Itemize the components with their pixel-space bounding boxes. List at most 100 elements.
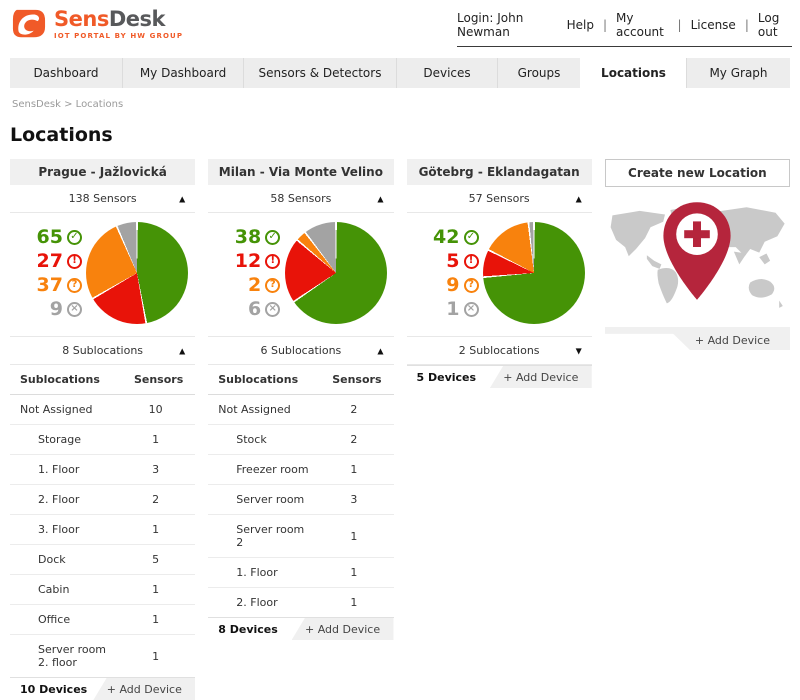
- sublocations-table: SublocationsSensorsNot Assigned10Storage…: [10, 365, 195, 677]
- header-link-license[interactable]: License: [691, 18, 736, 32]
- status-stat-invalid: 6×: [214, 300, 280, 319]
- sublocations-count-label: 2 Sublocations: [459, 344, 540, 357]
- sensor-status-pie-chart: [86, 222, 188, 324]
- sublocations-toggle[interactable]: 2 Sublocations ▼: [407, 336, 592, 365]
- status-stat-invalid: 9×: [16, 300, 82, 319]
- sensors-count-label: 58 Sensors: [270, 192, 331, 205]
- status-stat-ok: 38✓: [214, 228, 280, 247]
- add-device-button[interactable]: + Add Device: [490, 366, 592, 388]
- column-header-sensors: Sensors: [322, 365, 393, 395]
- expand-icon[interactable]: ▼: [576, 346, 582, 355]
- header-link-log-out[interactable]: Log out: [758, 11, 792, 39]
- sublocation-row[interactable]: Not Assigned2: [208, 395, 393, 425]
- tab-groups[interactable]: Groups: [497, 58, 580, 88]
- tab-my-dashboard[interactable]: My Dashboard: [122, 58, 243, 88]
- sublocation-sensor-count: 1: [322, 515, 393, 558]
- sublocation-name: 2. Floor: [10, 485, 124, 515]
- world-map[interactable]: [605, 187, 790, 323]
- sublocation-row[interactable]: Server room 2. floor1: [10, 635, 195, 678]
- collapse-icon[interactable]: ▲: [576, 194, 582, 203]
- check-circle-icon: ✓: [265, 230, 280, 245]
- sublocation-row[interactable]: Dock5: [10, 545, 195, 575]
- sublocation-row[interactable]: Freezer room1: [208, 455, 393, 485]
- status-stat-alarm: 5!: [413, 252, 479, 271]
- breadcrumb-root-link[interactable]: SensDesk: [12, 99, 61, 110]
- tab-dashboard[interactable]: Dashboard: [10, 58, 122, 88]
- status-stat-warning: 9?: [413, 276, 479, 295]
- location-title[interactable]: Götebrg - Eklandagatan: [407, 159, 592, 185]
- sublocation-sensor-count: 10: [124, 395, 195, 425]
- sublocation-row[interactable]: Storage1: [10, 425, 195, 455]
- sublocation-sensor-count: 1: [124, 515, 195, 545]
- devices-footer: 8 Devices + Add Device: [208, 617, 393, 640]
- sensors-toggle[interactable]: 138 Sensors▲: [10, 185, 195, 213]
- sensors-toggle[interactable]: 58 Sensors ▲: [208, 185, 393, 213]
- brand-tagline: IOT PORTAL BY HW GROUP: [54, 32, 183, 40]
- sublocation-row[interactable]: Server room3: [208, 485, 393, 515]
- status-stat-ok: 65✓: [16, 228, 82, 247]
- header-link-my-account[interactable]: My account: [616, 11, 668, 39]
- sensor-status-pie-chart: [285, 222, 387, 324]
- sublocation-name: Office: [10, 605, 124, 635]
- collapse-icon[interactable]: ▲: [179, 346, 185, 355]
- header-links: Help|My account|License|Log out: [567, 11, 792, 39]
- status-count: 27: [37, 252, 63, 271]
- add-device-button[interactable]: + Add Device: [292, 618, 394, 640]
- devices-count-label: 8 Devices: [218, 618, 278, 640]
- sublocation-row[interactable]: 1. Floor3: [10, 455, 195, 485]
- tab-my-graph[interactable]: My Graph: [686, 58, 790, 88]
- sublocation-row[interactable]: Cabin1: [10, 575, 195, 605]
- add-device-button[interactable]: + Add Device: [695, 334, 770, 347]
- column-header-sensors: Sensors: [124, 365, 195, 395]
- devices-footer: 5 Devices+ Add Device: [407, 365, 592, 388]
- column-header-sublocations: Sublocations: [208, 365, 322, 395]
- sublocation-name: 3. Floor: [10, 515, 124, 545]
- status-count: 65: [37, 228, 63, 247]
- add-location-pin-icon: [657, 199, 737, 303]
- sublocations-toggle[interactable]: 8 Sublocations ▲: [10, 336, 195, 365]
- status-count: 37: [37, 276, 63, 295]
- link-separator: |: [678, 18, 682, 32]
- add-device-button[interactable]: + Add Device: [93, 678, 195, 700]
- sensdesk-logo[interactable]: SensDesk IOT PORTAL BY HW GROUP: [10, 7, 183, 41]
- sensor-status-pie-chart: [483, 222, 585, 324]
- sublocation-row[interactable]: 2. Floor2: [10, 485, 195, 515]
- sublocations-count-label: 8 Sublocations: [62, 344, 143, 357]
- sublocation-name: Not Assigned: [10, 395, 124, 425]
- sublocation-name: Stock: [208, 425, 322, 455]
- collapse-icon[interactable]: ▲: [377, 346, 383, 355]
- location-title[interactable]: Milan - Via Monte Velino: [208, 159, 393, 185]
- tab-devices[interactable]: Devices: [396, 58, 497, 88]
- status-stat-warning: 2?: [214, 276, 280, 295]
- create-location-card: Create new Location: [605, 159, 790, 350]
- create-new-location-button[interactable]: Create new Location: [605, 159, 790, 187]
- sublocation-row[interactable]: Server room 21: [208, 515, 393, 558]
- sublocation-name: 2. Floor: [208, 588, 322, 618]
- sublocation-name: 1. Floor: [10, 455, 124, 485]
- sublocation-row[interactable]: Not Assigned10: [10, 395, 195, 425]
- status-count: 12: [235, 252, 261, 271]
- sublocation-row[interactable]: Stock2: [208, 425, 393, 455]
- brand-name: SensDesk: [54, 9, 183, 30]
- collapse-icon[interactable]: ▲: [179, 194, 185, 203]
- collapse-icon[interactable]: ▲: [377, 194, 383, 203]
- sublocation-sensor-count: 3: [124, 455, 195, 485]
- tab-sensors-detectors[interactable]: Sensors & Detectors: [243, 58, 396, 88]
- sublocations-toggle[interactable]: 6 Sublocations▲: [208, 336, 393, 365]
- sensor-status-chart: 42✓5!9?1×: [407, 213, 592, 336]
- devices-count-label: 10 Devices: [20, 678, 87, 700]
- question-circle-icon: ?: [67, 278, 82, 293]
- column-header-sublocations: Sublocations: [10, 365, 124, 395]
- page-title: Locations: [0, 124, 800, 146]
- sublocation-row[interactable]: 1. Floor1: [208, 558, 393, 588]
- sublocation-row[interactable]: Office1: [10, 605, 195, 635]
- location-title[interactable]: Prague - Jažlovická: [10, 159, 195, 185]
- sensors-toggle[interactable]: 57 Sensors▲: [407, 185, 592, 213]
- sublocation-row[interactable]: 3. Floor1: [10, 515, 195, 545]
- locations-grid: Prague - Jažlovická138 Sensors▲65✓27!37?…: [10, 159, 790, 700]
- sublocation-sensor-count: 1: [124, 605, 195, 635]
- tab-locations[interactable]: Locations: [580, 58, 686, 88]
- sublocation-row[interactable]: 2. Floor1: [208, 588, 393, 618]
- status-stat-ok: 42✓: [413, 228, 479, 247]
- header-link-help[interactable]: Help: [567, 18, 594, 32]
